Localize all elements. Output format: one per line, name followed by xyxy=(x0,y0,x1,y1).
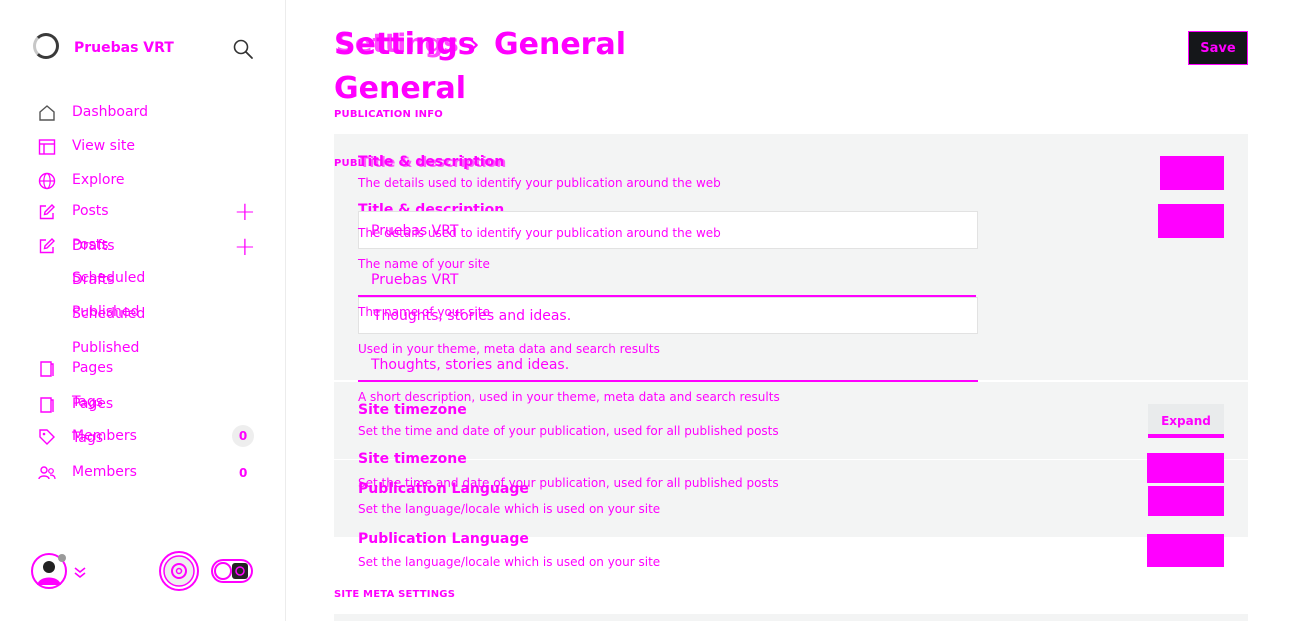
night-mode-toggle[interactable] xyxy=(210,558,254,584)
breadcrumb-settings-link-overlap[interactable]: Settings xyxy=(336,29,459,59)
members-count: 0 xyxy=(239,466,248,480)
brand-name[interactable]: Pruebas VRT xyxy=(74,40,174,56)
language-desc-2: Set the language/locale which is used on… xyxy=(358,555,661,569)
tag-icon xyxy=(39,429,55,445)
language-heading: Publication Language xyxy=(358,481,529,497)
title-description-desc-2: The details used to identify your public… xyxy=(358,226,721,240)
pages-icon xyxy=(40,361,54,377)
nav-drafts[interactable]: Drafts xyxy=(72,238,115,254)
site-title-value-2[interactable]: Pruebas VRT xyxy=(371,272,459,288)
add-post-icon[interactable]: + xyxy=(234,234,256,260)
site-title-help: The name of your site xyxy=(358,257,490,271)
title-description-toggle-button-2[interactable] xyxy=(1158,204,1224,238)
members-icon xyxy=(38,466,56,480)
search-icon[interactable] xyxy=(232,38,254,60)
save-button[interactable]: Save xyxy=(1188,31,1248,65)
nav-published[interactable]: Published xyxy=(72,304,139,320)
title-description-toggle-button[interactable] xyxy=(1160,156,1224,190)
nav-posts[interactable]: Posts xyxy=(72,203,109,219)
site-description-help: Used in your theme, meta data and search… xyxy=(358,342,660,356)
timezone-heading: Site timezone xyxy=(358,402,467,418)
nav-members-duplicate[interactable]: Members xyxy=(72,464,137,480)
nav-tags[interactable]: Tags xyxy=(72,394,103,410)
nav-pages[interactable]: Pages xyxy=(72,360,113,376)
brand-logo[interactable] xyxy=(33,33,59,59)
title-description-heading-overlap: Title & description xyxy=(360,155,507,171)
title-description-desc: The details used to identify your public… xyxy=(358,176,721,190)
timezone-expand-button[interactable]: Expand xyxy=(1148,404,1224,438)
section-title-publication-info: PUBLICATION INFO xyxy=(334,109,443,120)
nav-scheduled[interactable]: Scheduled xyxy=(72,270,145,286)
globe-icon xyxy=(38,172,56,190)
site-meta-panel xyxy=(334,614,1248,621)
language-desc: Set the language/locale which is used on… xyxy=(358,502,661,516)
section-title-site-meta: SITE META SETTINGS xyxy=(334,589,456,600)
edit-icon xyxy=(39,204,55,220)
edit-icon xyxy=(39,238,55,254)
chevron-down-icon[interactable] xyxy=(72,564,88,580)
pages-icon xyxy=(40,397,54,413)
language-panel xyxy=(334,460,1248,537)
nav-view-site[interactable]: View site xyxy=(72,138,135,154)
home-icon xyxy=(39,105,55,121)
settings-gear-icon[interactable] xyxy=(158,550,200,592)
nav-members[interactable]: Members xyxy=(72,428,137,444)
nav-dashboard[interactable]: Dashboard xyxy=(72,104,148,120)
timezone-desc: Set the time and date of your publicatio… xyxy=(358,424,779,438)
language-expand-button[interactable] xyxy=(1148,486,1224,516)
browser-icon xyxy=(38,139,56,155)
timezone-heading-2: Site timezone xyxy=(358,451,467,467)
breadcrumb-separator: › xyxy=(468,27,480,62)
avatar[interactable] xyxy=(31,551,71,591)
language-expand-button-2[interactable] xyxy=(1147,534,1224,567)
language-heading-2: Publication Language xyxy=(358,531,529,547)
nav-explore[interactable]: Explore xyxy=(72,172,125,188)
add-post-icon[interactable]: + xyxy=(234,199,256,225)
breadcrumb-current: General xyxy=(494,27,626,62)
members-count-badge: 0 xyxy=(232,425,254,447)
site-description-value-2[interactable]: Thoughts, stories and ideas. xyxy=(371,357,569,373)
timezone-expand-button-2[interactable] xyxy=(1147,453,1224,483)
page-title: General xyxy=(334,71,466,106)
site-title-help-2: The name of your site xyxy=(358,305,490,319)
nav-published-duplicate[interactable]: Published xyxy=(72,340,139,356)
